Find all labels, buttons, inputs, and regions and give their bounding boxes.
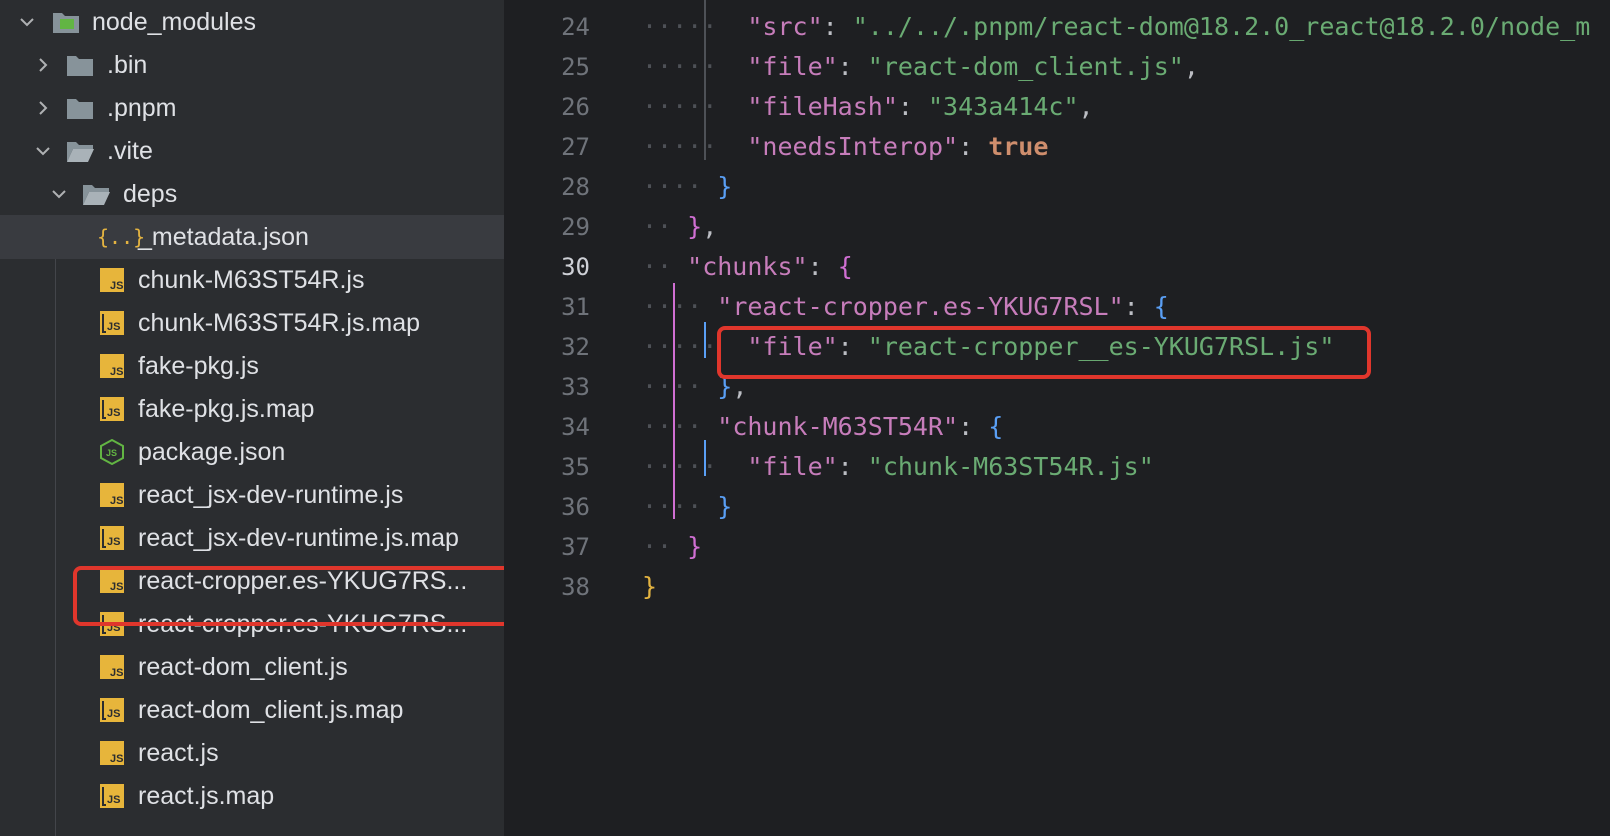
line-number: 34 — [561, 413, 590, 441]
nodejs-icon: JS — [100, 439, 124, 465]
tree-item-react-dom-client-js-map[interactable]: JS react-dom_client.js.map — [0, 688, 504, 732]
line-number: 31 — [561, 293, 590, 321]
line-number: 35 — [561, 453, 590, 481]
svg-text:JS: JS — [110, 495, 123, 507]
annotation-highlight-tree — [73, 566, 504, 626]
code-line: ···· "chunk-M63ST54R": { — [642, 412, 1004, 441]
tree-item-label: react-dom_client.js.map — [138, 696, 404, 724]
tree-item-deps[interactable]: deps — [0, 172, 504, 216]
tree-item-fake-pkg-js[interactable]: JS fake-pkg.js — [0, 344, 504, 388]
tree-item-label: package.json — [138, 438, 286, 466]
tree-item-label: .pnpm — [107, 94, 177, 122]
chevron-down-icon[interactable] — [18, 13, 36, 31]
tree-item-chunk-js[interactable]: JS chunk-M63ST54R.js — [0, 258, 504, 302]
tree-item-label: react_jsx-dev-runtime.js.map — [138, 524, 459, 552]
svg-text:JS: JS — [107, 536, 120, 548]
line-number: 26 — [561, 93, 590, 121]
tree-item-vite[interactable]: .vite — [0, 129, 504, 173]
line-number: 33 — [561, 373, 590, 401]
tree-item-react-dom-client-js[interactable]: JS react-dom_client.js — [0, 645, 504, 689]
tree-item-label: .vite — [107, 137, 153, 165]
tree-item-label: react-dom_client.js — [138, 653, 348, 681]
line-number: 28 — [561, 173, 590, 201]
tree-item-fake-pkg-js-map[interactable]: JS fake-pkg.js.map — [0, 387, 504, 431]
code-line: ····· "fileHash": "343a414c", — [642, 92, 1094, 121]
svg-text:JS: JS — [110, 667, 123, 679]
svg-text:JS: JS — [107, 321, 120, 333]
tree-item-label: chunk-M63ST54R.js — [138, 266, 365, 294]
line-number: 25 — [561, 53, 590, 81]
svg-text:JS: JS — [107, 794, 120, 806]
tree-item-react-jsx-dev-runtime-js[interactable]: JS react_jsx-dev-runtime.js — [0, 473, 504, 517]
svg-text:JS: JS — [110, 366, 123, 378]
line-number: 38 — [561, 573, 590, 601]
chevron-down-icon[interactable] — [50, 185, 68, 203]
svg-text:JS: JS — [107, 708, 120, 720]
tree-item-bin[interactable]: .bin — [0, 43, 504, 87]
js-file-icon: JS — [100, 655, 124, 679]
code-line: ····· "src": "../../.pnpm/react-dom@18.2… — [642, 12, 1591, 41]
tree-item-label: deps — [123, 180, 178, 208]
code-line: ···· "react-cropper.es-YKUG7RSL": { — [642, 292, 1169, 321]
tree-item-node-modules[interactable]: node_modules — [0, 0, 504, 44]
svg-text:JS: JS — [106, 448, 117, 458]
chevron-right-icon[interactable] — [34, 99, 52, 117]
tree-item-label: _metadata.json — [138, 223, 309, 251]
line-number: 27 — [561, 133, 590, 161]
code-line: ····· "file": "chunk-M63ST54R.js" — [642, 452, 1154, 481]
js-map-file-icon: JS — [100, 526, 124, 550]
line-number: 37 — [561, 533, 590, 561]
annotation-highlight-code — [717, 326, 1371, 379]
tree-item-react-js-map[interactable]: JS react.js.map — [0, 774, 504, 818]
code-line: ····· "needsInterop": true — [642, 132, 1049, 161]
tree-item-react-jsx-dev-runtime-js-map[interactable]: JS react_jsx-dev-runtime.js.map — [0, 516, 504, 560]
tree-item-label: react.js — [138, 739, 219, 767]
line-number: 32 — [561, 333, 590, 361]
tree-item-label: node_modules — [92, 8, 257, 36]
tree-item-metadata-json[interactable]: {..} _metadata.json — [0, 215, 504, 259]
js-map-file-icon: JS — [100, 698, 124, 722]
folder-icon — [67, 99, 93, 119]
folder-module-icon — [53, 13, 79, 33]
code-line: ···· } — [642, 492, 733, 521]
json-file-icon: {..} — [97, 225, 146, 249]
svg-text:JS: JS — [107, 407, 120, 419]
js-file-icon: JS — [100, 354, 124, 378]
js-map-file-icon: JS — [100, 311, 124, 335]
js-file-icon: JS — [100, 483, 124, 507]
js-file-icon: JS — [100, 741, 124, 765]
tree-item-label: .bin — [107, 51, 148, 79]
js-map-file-icon: JS — [100, 784, 124, 808]
tree-item-label: react.js.map — [138, 782, 275, 810]
folder-icon — [67, 56, 93, 76]
tree-item-label: fake-pkg.js — [138, 352, 259, 380]
tree-item-package-json[interactable]: JS package.json — [0, 430, 504, 474]
tree-item-react-js[interactable]: JS react.js — [0, 731, 504, 775]
svg-text:JS: JS — [110, 280, 123, 292]
line-number-current: 30 — [561, 253, 590, 281]
folder-open-icon — [67, 142, 94, 162]
chevron-right-icon[interactable] — [34, 56, 52, 74]
line-number: 24 — [561, 13, 590, 41]
line-number: 36 — [561, 493, 590, 521]
js-map-file-icon: JS — [100, 397, 124, 421]
code-line: ····· "file": "react-dom_client.js", — [642, 52, 1199, 81]
code-line: ···· } — [642, 172, 733, 201]
line-number: 29 — [561, 213, 590, 241]
code-line: } — [642, 572, 658, 601]
code-line-current: ·· "chunks": { — [642, 252, 853, 281]
tree-item-label: fake-pkg.js.map — [138, 395, 315, 423]
js-file-icon: JS — [100, 268, 124, 292]
tree-item-chunk-js-map[interactable]: JS chunk-M63ST54R.js.map — [0, 301, 504, 345]
tree-item-pnpm[interactable]: .pnpm — [0, 86, 504, 130]
chevron-down-icon[interactable] — [34, 142, 52, 160]
tree-item-label: chunk-M63ST54R.js.map — [138, 309, 421, 337]
svg-text:JS: JS — [110, 753, 123, 765]
code-line: ·· }, — [642, 212, 718, 241]
code-line: ·· } — [642, 532, 703, 561]
folder-open-icon — [83, 185, 110, 205]
project-tree: node_modules .bin .pnpm .vite deps {..} … — [0, 0, 504, 836]
tree-item-label: react_jsx-dev-runtime.js — [138, 481, 404, 509]
